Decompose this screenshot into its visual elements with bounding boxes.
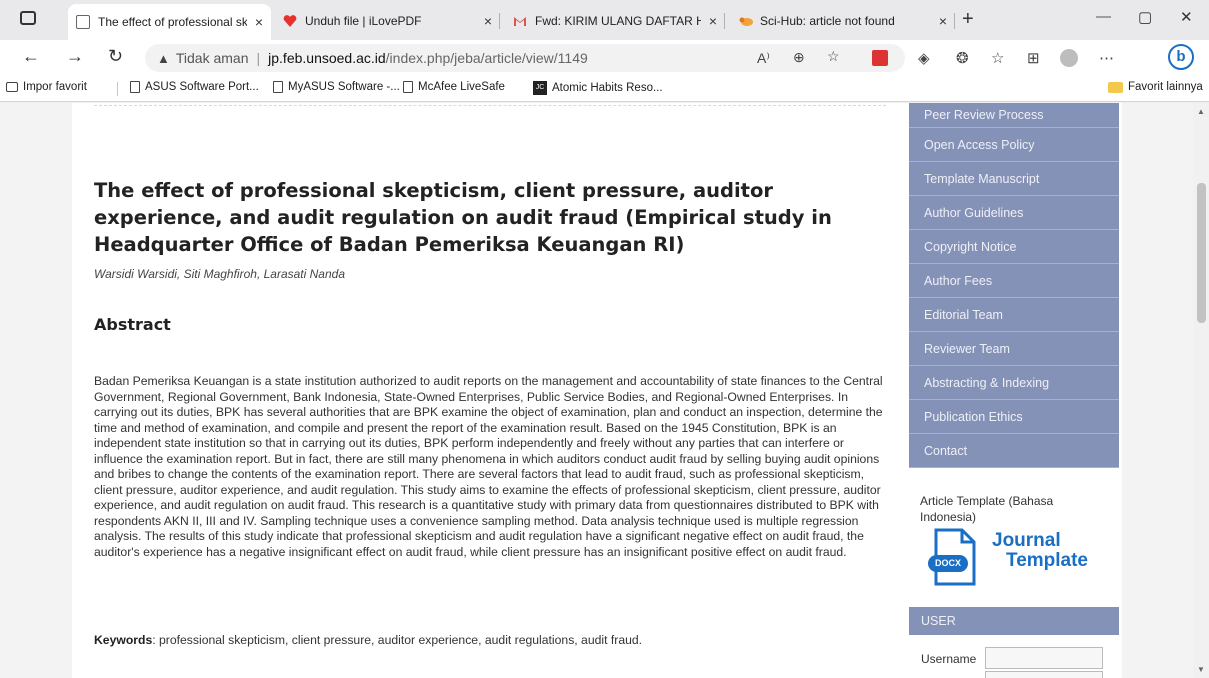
- sidebar-item-template-manuscript[interactable]: Template Manuscript: [909, 162, 1119, 196]
- user-block-heading: USER: [909, 607, 1119, 635]
- abstract-heading: Abstract: [94, 315, 171, 334]
- scroll-thumb[interactable]: [1197, 183, 1206, 323]
- article-template-label: Article Template (Bahasa Indonesia): [920, 494, 1054, 524]
- sidebar-item-contact[interactable]: Contact: [909, 434, 1119, 468]
- url-domain: jp.feb.unsoed.ac.id: [268, 50, 386, 66]
- bookmark-label: McAfee LiveSafe: [418, 81, 505, 93]
- folder-icon: [1108, 81, 1123, 93]
- jc-icon: JC: [533, 81, 547, 95]
- tab-ilovepdf[interactable]: Unduh file | iLovePDF ×: [275, 6, 500, 36]
- address-separator: |: [256, 50, 261, 66]
- bookmark-label: ASUS Software Port...: [145, 81, 259, 93]
- navigation-bar: ← → ↻ ▲ Tidak aman | jp.feb.unsoed.ac.id…: [0, 40, 1209, 76]
- keywords-text: : professional skepticism, client pressu…: [152, 633, 643, 647]
- browser-essentials-icon[interactable]: ❂: [956, 49, 969, 67]
- bookmark-import[interactable]: Impor favorit: [6, 81, 87, 93]
- warning-icon[interactable]: ▲: [157, 51, 170, 66]
- extension-icon[interactable]: [872, 50, 888, 66]
- tab-title: Sci-Hub: article not found: [760, 14, 895, 28]
- tab-scihub[interactable]: Sci-Hub: article not found ×: [730, 6, 955, 36]
- collections-icon[interactable]: ⊞: [1027, 49, 1040, 67]
- favorites-bar: Impor favorit ASUS Software Port... MyAS…: [0, 76, 1209, 102]
- gmail-icon: [513, 14, 527, 28]
- minimize-button[interactable]: —: [1096, 8, 1111, 25]
- tab-title: Unduh file | iLovePDF: [305, 14, 422, 28]
- close-icon[interactable]: ×: [255, 14, 263, 30]
- keywords-label: Keywords: [94, 633, 153, 647]
- journal-template-download[interactable]: DOCX Journal Template: [928, 528, 1098, 586]
- url-path: /index.php/jeba/article/view/1149: [385, 50, 588, 66]
- other-favorites[interactable]: Favorit lainnya: [1108, 81, 1203, 93]
- profile-avatar[interactable]: [1060, 49, 1078, 67]
- page-favicon-icon: [76, 15, 90, 29]
- close-window-button[interactable]: ✕: [1180, 8, 1193, 26]
- scihub-icon: [738, 14, 753, 28]
- page-icon: [403, 81, 413, 93]
- bookmark-label: Impor favorit: [23, 81, 87, 93]
- bookmark-asus-portal[interactable]: ASUS Software Port...: [130, 81, 259, 93]
- sidebar-item-abstracting-indexing[interactable]: Abstracting & Indexing: [909, 366, 1119, 400]
- read-aloud-icon[interactable]: A⁾: [757, 50, 770, 67]
- security-status[interactable]: Tidak aman: [176, 50, 249, 66]
- workspaces-icon[interactable]: [20, 11, 36, 25]
- keywords: Keywords: professional skepticism, clien…: [94, 633, 642, 647]
- close-icon[interactable]: ×: [484, 13, 492, 29]
- address-bar[interactable]: ▲ Tidak aman | jp.feb.unsoed.ac.id /inde…: [145, 44, 905, 72]
- sidebar-item-copyright-notice[interactable]: Copyright Notice: [909, 230, 1119, 264]
- close-icon[interactable]: ×: [939, 13, 947, 29]
- bing-icon[interactable]: b: [1168, 44, 1194, 70]
- sidebar-item-reviewer-team[interactable]: Reviewer Team: [909, 332, 1119, 366]
- sidebar-item-editorial-team[interactable]: Editorial Team: [909, 298, 1119, 332]
- other-favorites-label: Favorit lainnya: [1128, 81, 1203, 93]
- divider: [94, 105, 886, 106]
- back-icon[interactable]: ←: [22, 46, 40, 67]
- page-icon: [273, 81, 283, 93]
- article-title: The effect of professional skepticism, c…: [94, 179, 832, 256]
- sidebar-item-author-guidelines[interactable]: Author Guidelines: [909, 196, 1119, 230]
- bookmark-mcafee[interactable]: McAfee LiveSafe: [403, 81, 505, 93]
- docx-title-line2: Template: [1006, 550, 1089, 571]
- page-viewport: The effect of professional skepticism, c…: [0, 103, 1209, 678]
- maximize-button[interactable]: ▢: [1138, 8, 1152, 26]
- sidebar-item-publication-ethics[interactable]: Publication Ethics: [909, 400, 1119, 434]
- tab-title: The effect of professional skeptic: [98, 15, 247, 29]
- abstract-text: Badan Pemeriksa Keuangan is a state inst…: [94, 374, 883, 559]
- sidebar-item-author-fees[interactable]: Author Fees: [909, 264, 1119, 298]
- bookmark-atomic-habits[interactable]: JC Atomic Habits Reso...: [533, 81, 663, 95]
- username-input[interactable]: [985, 647, 1103, 669]
- password-input[interactable]: [985, 671, 1103, 678]
- username-label: Username: [921, 652, 977, 666]
- sidebar-item-peer-review[interactable]: Peer Review Process: [909, 103, 1119, 128]
- refresh-icon[interactable]: ↻: [108, 46, 123, 67]
- bookmark-myasus[interactable]: MyASUS Software -...: [273, 81, 400, 93]
- tab-gmail[interactable]: Fwd: KIRIM ULANG DAFTAR HAS ×: [505, 6, 725, 36]
- article-authors: Warsidi Warsidi, Siti Maghfiroh, Larasat…: [94, 267, 345, 281]
- close-icon[interactable]: ×: [709, 13, 717, 29]
- favorites-icon[interactable]: ☆: [991, 49, 1004, 67]
- zoom-icon[interactable]: ⊕: [793, 49, 805, 66]
- docx-title-line1: Journal: [992, 530, 1061, 551]
- ilovepdf-heart-icon: [283, 14, 297, 28]
- scroll-up-arrow-icon[interactable]: ▲: [1197, 107, 1205, 116]
- tab-article[interactable]: The effect of professional skeptic ×: [68, 4, 271, 40]
- scroll-down-arrow-icon[interactable]: ▼: [1197, 665, 1205, 674]
- import-icon: [6, 82, 18, 92]
- sidebar-item-open-access[interactable]: Open Access Policy: [909, 128, 1119, 162]
- sidebar-menu: Peer Review Process Open Access Policy T…: [909, 103, 1119, 468]
- tab-bar: The effect of professional skeptic × Und…: [0, 0, 1209, 40]
- page-icon: [130, 81, 140, 93]
- add-favorite-icon[interactable]: ☆: [827, 48, 840, 65]
- forward-icon[interactable]: →: [66, 46, 84, 67]
- scrollbar[interactable]: ▲ ▼: [1193, 103, 1209, 678]
- docx-badge: DOCX: [928, 555, 968, 572]
- bookmark-label: Atomic Habits Reso...: [552, 82, 663, 94]
- more-icon[interactable]: ⋯: [1099, 49, 1114, 67]
- tab-title: Fwd: KIRIM ULANG DAFTAR HAS: [535, 14, 701, 28]
- bookmark-label: MyASUS Software -...: [288, 81, 400, 93]
- extension-puzzle-icon[interactable]: ◈: [918, 49, 930, 67]
- new-tab-button[interactable]: +: [962, 8, 974, 31]
